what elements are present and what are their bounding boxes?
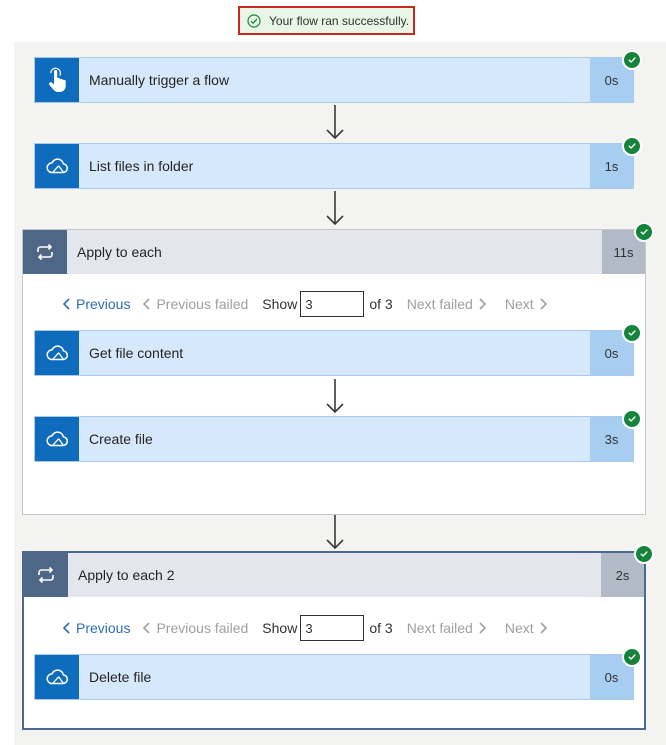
check-circle-icon [247, 13, 261, 28]
iteration-count: of 3 [369, 296, 393, 312]
touch-icon [35, 58, 79, 102]
iteration-count: of 3 [369, 620, 393, 636]
chevron-left-icon [142, 297, 152, 311]
flow-arrow-icon [325, 514, 345, 550]
scope-label: Apply to each 2 [78, 567, 175, 583]
scope-header[interactable]: Apply to each 2 2s [24, 553, 644, 597]
previous-failed-link[interactable]: Previous failed [142, 296, 248, 312]
next-failed-link[interactable]: Next failed [407, 296, 487, 312]
previous-link[interactable]: Previous [62, 620, 130, 636]
chevron-left-icon [62, 297, 72, 311]
success-check-icon [622, 323, 642, 343]
iteration-pager: Previous Previous failed Show of 3 Next … [62, 289, 548, 319]
chevron-right-icon [538, 621, 548, 635]
onedrive-icon [35, 655, 79, 699]
success-banner: Your flow ran successfully. [238, 6, 415, 35]
loop-icon [24, 553, 68, 597]
action-delete-file[interactable]: Delete file 0s [34, 654, 634, 700]
show-label: Show [262, 620, 298, 636]
success-check-icon [634, 544, 654, 564]
onedrive-icon [35, 417, 79, 461]
success-check-icon [622, 409, 642, 429]
iteration-input[interactable] [300, 615, 365, 641]
iteration-pager: Previous Previous failed Show of 3 Next … [62, 613, 548, 643]
action-label: Create file [89, 431, 153, 447]
success-check-icon [622, 647, 642, 667]
next-link[interactable]: Next [505, 296, 548, 312]
iteration-input[interactable] [300, 291, 365, 317]
step-label: Manually trigger a flow [89, 72, 230, 88]
scope-header[interactable]: Apply to each 11s [23, 230, 645, 274]
action-label: Get file content [89, 345, 184, 361]
step-list-files[interactable]: List files in folder 1s [34, 143, 634, 189]
step-manually-trigger[interactable]: Manually trigger a flow 0s [34, 57, 634, 103]
scope-label: Apply to each [77, 244, 162, 260]
flow-arrow-icon [325, 378, 345, 414]
chevron-right-icon [477, 297, 487, 311]
next-failed-link[interactable]: Next failed [407, 620, 487, 636]
success-check-icon [622, 50, 642, 70]
previous-failed-link[interactable]: Previous failed [142, 620, 248, 636]
chevron-right-icon [538, 297, 548, 311]
flow-arrow-icon [325, 104, 345, 140]
chevron-left-icon [142, 621, 152, 635]
next-link[interactable]: Next [505, 620, 548, 636]
action-label: Delete file [89, 669, 152, 685]
onedrive-icon [35, 144, 79, 188]
flow-arrow-icon [325, 190, 345, 226]
action-create-file[interactable]: Create file 3s [34, 416, 634, 462]
previous-link[interactable]: Previous [62, 296, 130, 312]
onedrive-icon [35, 331, 79, 375]
show-label: Show [262, 296, 298, 312]
success-check-icon [622, 136, 642, 156]
step-label: List files in folder [89, 158, 194, 174]
action-get-file-content[interactable]: Get file content 0s [34, 330, 634, 376]
chevron-right-icon [477, 621, 487, 635]
success-message: Your flow ran successfully. [269, 13, 410, 28]
success-check-icon [634, 222, 654, 242]
loop-icon [23, 230, 67, 274]
chevron-left-icon [62, 621, 72, 635]
